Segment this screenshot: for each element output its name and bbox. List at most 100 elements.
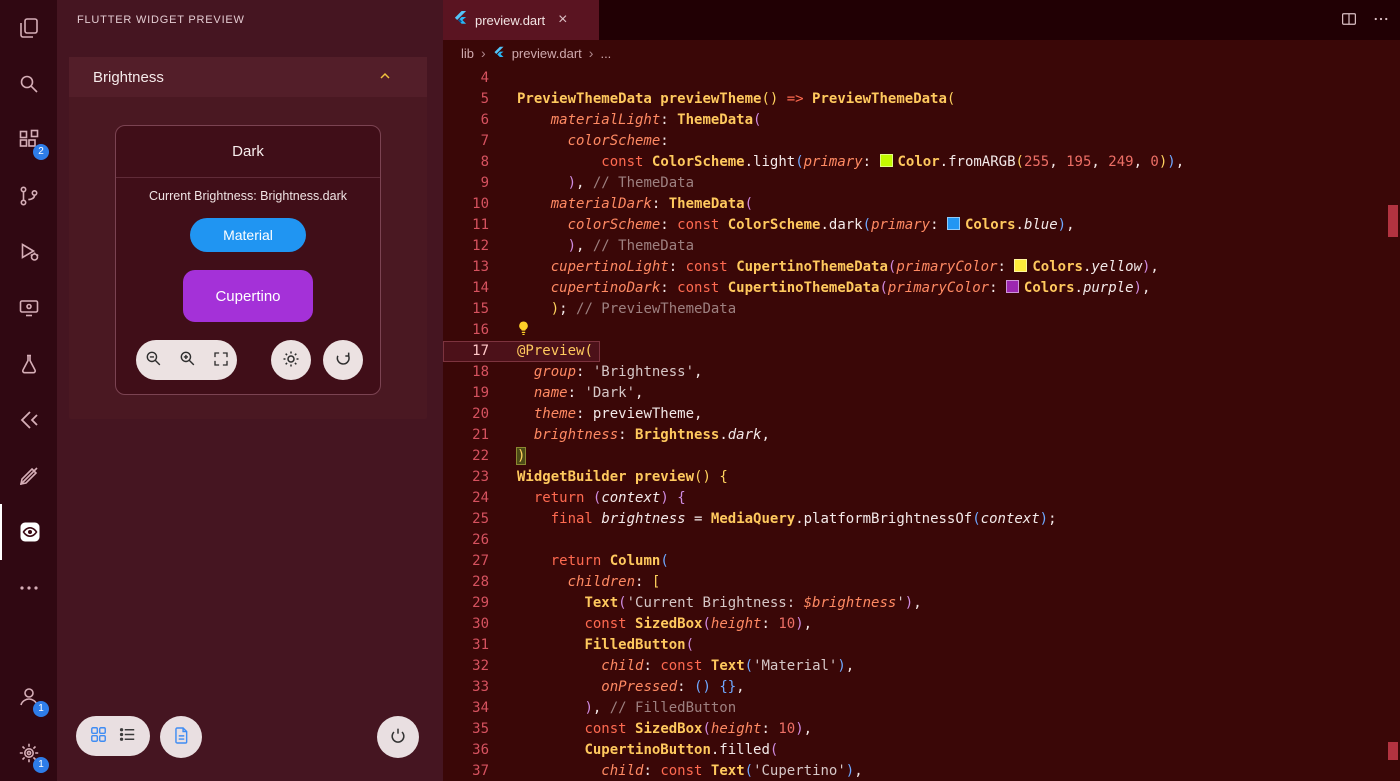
- code-token: theme: [534, 406, 576, 422]
- more-actions-button[interactable]: [1372, 10, 1390, 31]
- settings-button[interactable]: 1: [0, 725, 57, 781]
- code-token: (: [702, 616, 710, 632]
- sidebar-title: FLUTTER WIDGET PREVIEW: [57, 0, 443, 26]
- open-file-button[interactable]: [160, 716, 202, 758]
- code-token: (: [879, 280, 887, 296]
- activity-item-explorer[interactable]: [0, 0, 57, 56]
- section-title: Brightness: [93, 69, 164, 86]
- code-line[interactable]: 33 onPressed: () {},: [443, 677, 1386, 698]
- code-line[interactable]: 6 materialLight: ThemeData(: [443, 110, 1386, 131]
- refresh-icon: [333, 349, 353, 372]
- fullscreen-button[interactable]: [212, 350, 230, 371]
- code-line[interactable]: 26: [443, 530, 1386, 551]
- tab-close-icon[interactable]: ×: [558, 12, 567, 28]
- code-text: final brightness = MediaQuery.platformBr…: [517, 509, 1057, 530]
- code-line[interactable]: 22): [443, 446, 1386, 467]
- list-view-button[interactable]: [118, 725, 137, 747]
- breadcrumb-file[interactable]: preview.dart: [512, 46, 582, 61]
- activity-item-property-editor[interactable]: [0, 448, 57, 504]
- code-lines[interactable]: 45PreviewThemeData previewTheme() => Pre…: [443, 68, 1386, 781]
- line-number: 21: [443, 425, 489, 446]
- code-token: .: [1016, 217, 1024, 233]
- restart-button[interactable]: [377, 716, 419, 758]
- code-line[interactable]: 24 return (context) {: [443, 488, 1386, 509]
- code-line[interactable]: 4: [443, 68, 1386, 89]
- code-line[interactable]: 36 CupertinoButton.filled(: [443, 740, 1386, 761]
- code-line[interactable]: 29 Text('Current Brightness: $brightness…: [443, 593, 1386, 614]
- zoom-in-button[interactable]: [178, 349, 197, 371]
- zoom-out-button[interactable]: [144, 349, 163, 371]
- line-number: 12: [443, 236, 489, 257]
- breadcrumb-lib[interactable]: lib: [461, 46, 474, 61]
- code-line[interactable]: 35 const SizedBox(height: 10),: [443, 719, 1386, 740]
- code-line[interactable]: 21 brightness: Brightness.dark,: [443, 425, 1386, 446]
- code-line[interactable]: 11 colorScheme: const ColorScheme.dark(p…: [443, 215, 1386, 236]
- brightness-section-header[interactable]: Brightness: [69, 57, 427, 97]
- code-line[interactable]: 18 group: 'Brightness',: [443, 362, 1386, 383]
- code-line[interactable]: 13 cupertinoLight: const CupertinoThemeD…: [443, 257, 1386, 278]
- activity-item-extensions[interactable]: 2: [0, 112, 57, 168]
- activity-item-remote-explorer[interactable]: [0, 280, 57, 336]
- code-line[interactable]: 17@Preview(: [443, 341, 1386, 362]
- preview-title: Dark: [116, 140, 380, 164]
- code-token: :: [576, 406, 593, 422]
- split-editor-button[interactable]: [1340, 10, 1358, 31]
- line-number: 24: [443, 488, 489, 509]
- code-token: 'Material': [753, 658, 837, 674]
- cupertino-button[interactable]: Cupertino: [183, 270, 313, 322]
- code-text: cupertinoLight: const CupertinoThemeData…: [517, 257, 1159, 278]
- code-line[interactable]: 10 materialDark: ThemeData(: [443, 194, 1386, 215]
- code-token: :: [576, 364, 593, 380]
- code-line[interactable]: 14 cupertinoDark: const CupertinoThemeDa…: [443, 278, 1386, 299]
- code-line[interactable]: 28 children: [: [443, 572, 1386, 593]
- activity-bar-top: 2: [0, 0, 57, 616]
- code-line[interactable]: 27 return Column(: [443, 551, 1386, 572]
- activity-bar-bottom: 1 1: [0, 669, 57, 781]
- sidebar-footer: [57, 716, 443, 756]
- code-line[interactable]: 8 const ColorScheme.light(primary: Color…: [443, 152, 1386, 173]
- code-token: ,: [1150, 259, 1158, 275]
- code-line[interactable]: 37 child: const Text('Cupertino'),: [443, 761, 1386, 781]
- activity-item-search[interactable]: [0, 56, 57, 112]
- code-text: brightness: Brightness.dark,: [517, 425, 770, 446]
- code-line[interactable]: 5PreviewThemeData previewTheme() => Prev…: [443, 89, 1386, 110]
- code-line[interactable]: 12 ), // ThemeData: [443, 236, 1386, 257]
- code-token: onPressed: [601, 679, 677, 695]
- code-line[interactable]: 23WidgetBuilder preview() {: [443, 467, 1386, 488]
- material-button[interactable]: Material: [190, 218, 306, 252]
- activity-item-widget-preview[interactable]: [0, 504, 57, 560]
- code-line[interactable]: 25 final brightness = MediaQuery.platfor…: [443, 509, 1386, 530]
- activity-bar: 2: [0, 0, 57, 781]
- accounts-button[interactable]: 1: [0, 669, 57, 725]
- code-line[interactable]: 32 child: const Text('Material'),: [443, 656, 1386, 677]
- tab-preview-dart[interactable]: preview.dart ×: [443, 0, 599, 40]
- activity-item-flutter[interactable]: [0, 392, 57, 448]
- code-token: (: [770, 742, 778, 758]
- activity-item-run-debug[interactable]: [0, 224, 57, 280]
- code-line[interactable]: 9 ), // ThemeData: [443, 173, 1386, 194]
- brightness-toggle-button[interactable]: [271, 340, 311, 380]
- code-line[interactable]: 20 theme: previewTheme,: [443, 404, 1386, 425]
- code-line[interactable]: 31 FilledButton(: [443, 635, 1386, 656]
- grid-view-button[interactable]: [89, 725, 108, 747]
- activity-item-more[interactable]: [0, 560, 57, 616]
- code-token: 10: [778, 721, 795, 737]
- code-token: ,: [593, 700, 610, 716]
- breadcrumb-symbol[interactable]: ...: [600, 46, 611, 61]
- code-line[interactable]: 7 colorScheme:: [443, 131, 1386, 152]
- code-token: (: [686, 637, 694, 653]
- code-line[interactable]: 19 name: 'Dark',: [443, 383, 1386, 404]
- code-token: [517, 364, 534, 380]
- code-token: MediaQuery: [711, 511, 795, 527]
- code-line[interactable]: 15 ); // PreviewThemeData: [443, 299, 1386, 320]
- code-token: [627, 616, 635, 632]
- code-line[interactable]: 30 const SizedBox(height: 10),: [443, 614, 1386, 635]
- code-token: [517, 406, 534, 422]
- search-icon: [17, 72, 41, 96]
- activity-item-testing[interactable]: [0, 336, 57, 392]
- code-line[interactable]: 34 ), // FilledButton: [443, 698, 1386, 719]
- refresh-preview-button[interactable]: [323, 340, 363, 380]
- activity-item-source-control[interactable]: [0, 168, 57, 224]
- code-line[interactable]: 16: [443, 320, 1386, 341]
- remote-explorer-icon: [17, 296, 41, 320]
